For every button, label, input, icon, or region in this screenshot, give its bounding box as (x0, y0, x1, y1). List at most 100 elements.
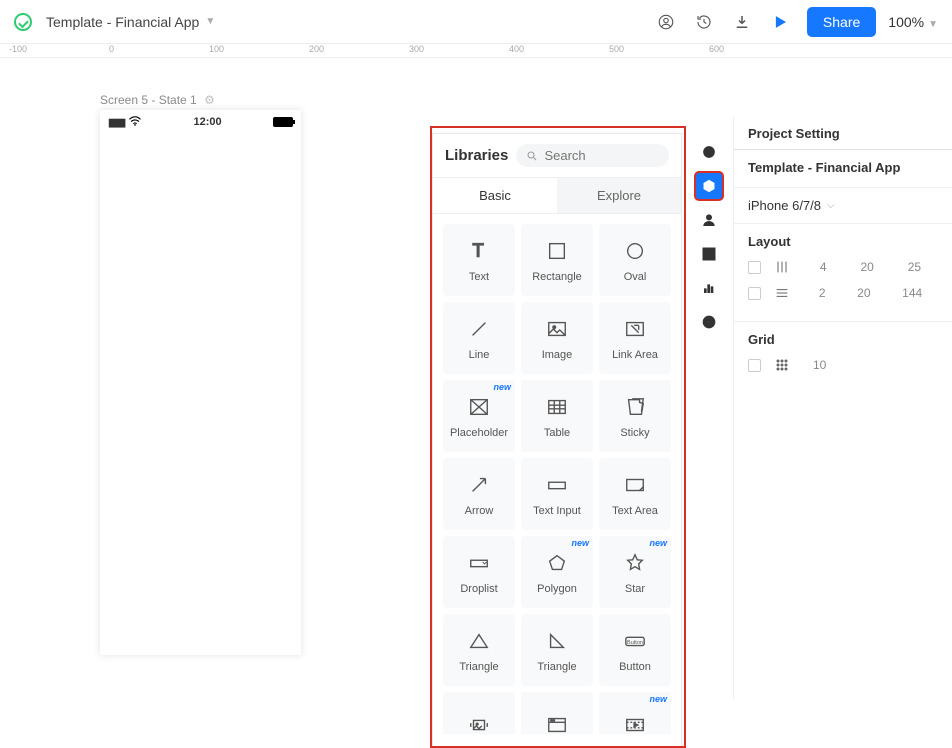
tab-basic[interactable]: Basic (433, 178, 557, 213)
component-placeholder[interactable]: new Placeholder (443, 380, 515, 452)
textinput-icon (543, 471, 571, 499)
tool-strip (693, 133, 725, 337)
share-button[interactable]: Share (807, 7, 876, 37)
component-label: Star (625, 583, 645, 595)
device-selector[interactable]: iPhone 6/7/8 ⌵ (748, 198, 938, 213)
webpage-icon (543, 711, 571, 734)
droplist-icon (465, 549, 493, 577)
layout-rows-checkbox[interactable] (748, 287, 761, 300)
sticky-icon (621, 393, 649, 421)
component-polygon[interactable]: new Polygon (521, 536, 593, 608)
carousel-icon (465, 711, 493, 734)
component-label: Line (469, 349, 490, 361)
component-video[interactable]: new (599, 692, 671, 734)
search-input-wrapper[interactable] (516, 144, 669, 167)
status-time: 12:00 (194, 116, 222, 128)
search-icon (526, 149, 538, 163)
arrow-icon (465, 471, 493, 499)
component-textarea[interactable]: Text Area (599, 458, 671, 530)
component-star[interactable]: new Star (599, 536, 671, 608)
horizontal-ruler: -1000100200300400500600 (0, 44, 952, 58)
component-label: Oval (624, 271, 647, 283)
image-icon (543, 315, 571, 343)
triangle-icon (465, 627, 493, 655)
device-frame[interactable]: ▮▮▮▮ 12:00 (100, 110, 301, 655)
component-sticky[interactable]: Sticky (599, 380, 671, 452)
svg-text:Button: Button (627, 640, 643, 646)
play-icon[interactable] (765, 7, 795, 37)
grid-row[interactable]: 10 (748, 357, 938, 373)
project-name: Template - Financial App (748, 160, 938, 175)
component-table[interactable]: Table (521, 380, 593, 452)
rect-icon (543, 237, 571, 265)
component-triangle[interactable]: Triangle (443, 614, 515, 686)
screen-label[interactable]: Screen 5 - State 1 ⚙ (100, 93, 215, 107)
component-button[interactable]: ButtonButton (599, 614, 671, 686)
components-icon[interactable] (694, 171, 724, 201)
grid-checkbox[interactable] (748, 359, 761, 372)
app-logo-icon (14, 13, 32, 31)
component-text[interactable]: T Text (443, 224, 515, 296)
component-carousel[interactable] (443, 692, 515, 734)
svg-text:T: T (472, 240, 483, 261)
battery-icon (273, 117, 293, 127)
component-label: Link Area (612, 349, 658, 361)
component-label: Text Area (612, 505, 658, 517)
component-label: Placeholder (450, 427, 508, 439)
polygon-icon (543, 549, 571, 577)
new-badge: new (493, 382, 511, 392)
screen-settings-icon[interactable]: ⚙ (204, 93, 215, 107)
user-avatar-icon[interactable] (651, 7, 681, 37)
download-icon[interactable] (727, 7, 757, 37)
component-label: Table (544, 427, 570, 439)
component-image[interactable]: Image (521, 302, 593, 374)
component-label: Triangle (537, 661, 576, 673)
component-label: Droplist (460, 583, 497, 595)
search-input[interactable] (544, 148, 659, 163)
component-textinput[interactable]: Text Input (521, 458, 593, 530)
component-label: Text Input (533, 505, 581, 517)
component-arrow[interactable]: Arrow (443, 458, 515, 530)
document-title[interactable]: Template - Financial App (46, 14, 199, 30)
component-webpage[interactable] (521, 692, 593, 734)
new-badge: new (571, 538, 589, 548)
top-bar: Template - Financial App ▼ Share 100%▼ (0, 0, 952, 44)
table-icon (543, 393, 571, 421)
component-line[interactable]: Line (443, 302, 515, 374)
layout-icon[interactable] (694, 239, 724, 269)
component-rtriangle[interactable]: Triangle (521, 614, 593, 686)
zoom-level[interactable]: 100%▼ (888, 14, 938, 30)
grid-heading: Grid (748, 332, 938, 347)
oval-icon (621, 237, 649, 265)
component-label: Arrow (465, 505, 494, 517)
person-icon[interactable] (694, 205, 724, 235)
linkarea-icon (621, 315, 649, 343)
zoom-dropdown-icon[interactable]: ▼ (928, 19, 938, 30)
component-oval[interactable]: Oval (599, 224, 671, 296)
grid-dots-icon (773, 357, 791, 373)
line-icon (465, 315, 493, 343)
layout-rows-row[interactable]: 2 20 144 (748, 285, 938, 301)
target-icon[interactable] (694, 137, 724, 167)
component-linkarea[interactable]: Link Area (599, 302, 671, 374)
emoji-icon[interactable] (694, 307, 724, 337)
layout-columns-checkbox[interactable] (748, 261, 761, 274)
button-icon: Button (621, 627, 649, 655)
component-label: Polygon (537, 583, 577, 595)
rtriangle-icon (543, 627, 571, 655)
chevron-down-icon: ⌵ (827, 200, 835, 211)
analytics-icon[interactable] (694, 273, 724, 303)
component-rect[interactable]: Rectangle (521, 224, 593, 296)
component-label: Triangle (459, 661, 498, 673)
component-label: Text (469, 271, 489, 283)
document-dropdown-icon[interactable]: ▼ (205, 16, 215, 27)
rows-icon (773, 285, 791, 301)
tab-explore[interactable]: Explore (557, 178, 681, 213)
layout-columns-row[interactable]: 4 20 25 (748, 259, 938, 275)
device-status-bar: ▮▮▮▮ 12:00 (100, 110, 301, 134)
history-icon[interactable] (689, 7, 719, 37)
new-badge: new (649, 538, 667, 548)
component-droplist[interactable]: Droplist (443, 536, 515, 608)
libraries-title: Libraries (445, 147, 508, 164)
new-badge: new (649, 694, 667, 704)
